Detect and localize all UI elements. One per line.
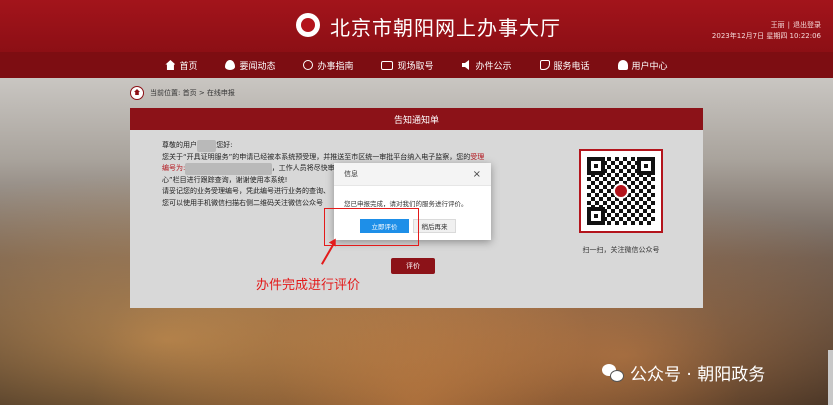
nav-item-queue[interactable]: 现场取号	[367, 52, 447, 78]
breadcrumb-prefix: 当前位置:	[150, 89, 181, 97]
redacted-username: XXXX	[197, 140, 217, 152]
current-datetime: 2023年12月7日 星期四 10:22:06	[711, 32, 821, 40]
dialog-header: 信息 ×	[334, 163, 491, 186]
nav-item-guide[interactable]: 办事指南	[289, 52, 367, 78]
compass-icon	[303, 60, 314, 70]
wechat-icon	[602, 363, 624, 382]
dialog-title: 信息	[344, 170, 358, 178]
nav-item-home[interactable]: 首页	[151, 52, 211, 78]
wechat-watermark: 公众号 · 朝阳政务	[602, 360, 765, 385]
breadcrumb-path[interactable]: 首页 > 在线申报	[183, 88, 235, 98]
redacted-case-number: XXXXXXXXXXXXXXXXXX	[185, 163, 272, 175]
close-icon[interactable]: ×	[473, 169, 481, 180]
site-header: 北京市朝阳网上办事大厅 王丽 | 退出登录 2023年12月7日 星期四 10:22…	[0, 0, 833, 52]
nav-item-publicity[interactable]: 办件公示	[448, 52, 526, 78]
qr-logo-icon	[613, 183, 629, 199]
nav-item-user-center[interactable]: 用户中心	[604, 52, 682, 78]
logout-link[interactable]: 退出登录	[793, 21, 821, 29]
user-area: 王丽 | 退出登录 2023年12月7日 星期四 10:22:06	[711, 21, 821, 40]
evaluate-button[interactable]: 评价	[391, 258, 435, 274]
user-icon	[617, 60, 628, 70]
site-logo[interactable]	[296, 13, 320, 37]
breadcrumb: 当前位置: 首页 > 在线申报	[130, 86, 235, 100]
speaker-icon	[461, 60, 469, 70]
flame-icon	[225, 60, 236, 70]
qr-caption: 扫一扫，关注微信公众号	[582, 246, 660, 254]
home-icon	[165, 60, 176, 70]
scrollbar[interactable]	[828, 350, 833, 405]
notice-title: 告知通知单	[130, 108, 703, 130]
wechat-qr-code	[579, 149, 663, 233]
ticket-icon	[381, 60, 394, 70]
nav-item-news[interactable]: 要闻动态	[211, 52, 289, 78]
later-button[interactable]: 稍后再来	[413, 219, 456, 233]
nav-item-hotline[interactable]: 服务电话	[526, 52, 604, 78]
main-nav: 首页 要闻动态 办事指南 现场取号 办件公示 服务电话 用户中心	[0, 52, 833, 78]
home-icon[interactable]	[130, 86, 144, 100]
user-name-link[interactable]: 王丽	[771, 21, 785, 29]
dialog-message: 您已申报完成，请对我们的服务进行评价。	[344, 200, 468, 208]
site-title: 北京市朝阳网上办事大厅	[330, 16, 561, 40]
phone-icon	[539, 60, 550, 70]
annotation-text: 办件完成进行评价	[256, 278, 361, 293]
